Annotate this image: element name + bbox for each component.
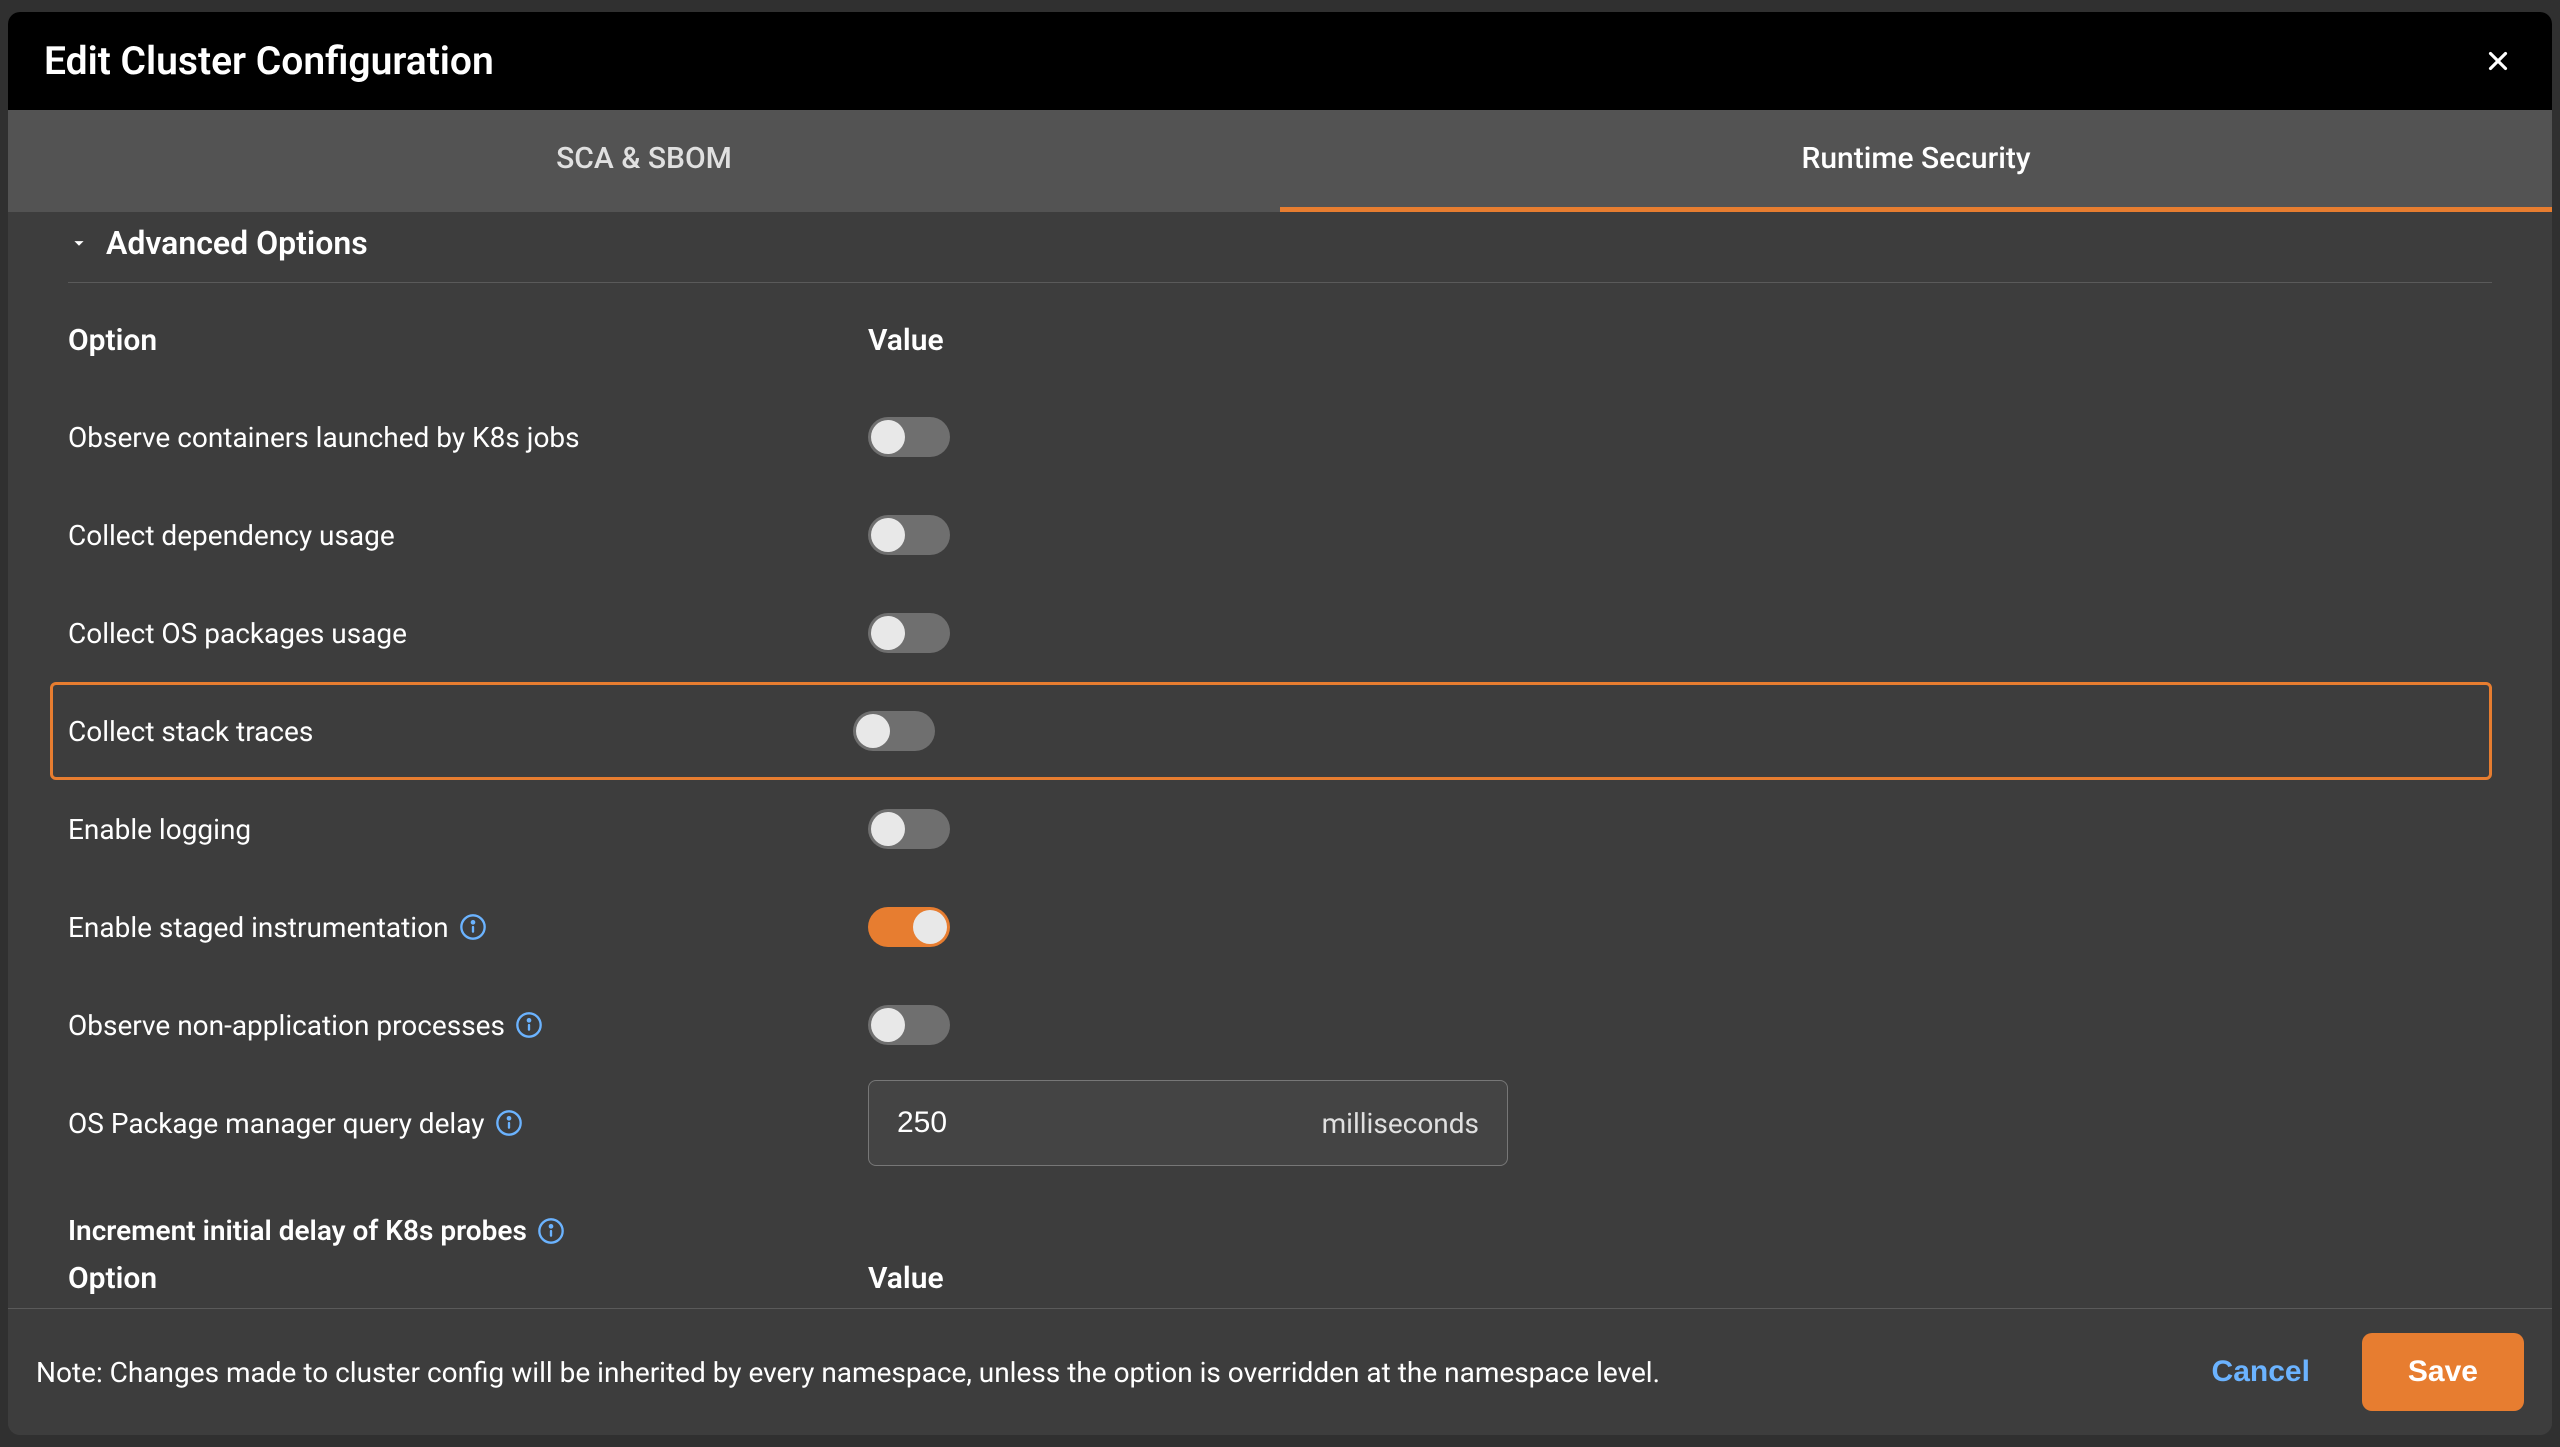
footer-note: Note: Changes made to cluster config wil… xyxy=(36,1356,1660,1389)
section-advanced-options[interactable]: Advanced Options xyxy=(68,212,2492,283)
option-label: Enable logging xyxy=(68,813,868,846)
option-label: Observe containers launched by K8s jobs xyxy=(68,421,868,454)
os-pkg-delay-input-wrapper: milliseconds xyxy=(868,1080,1508,1166)
option-row: OS Package manager query delay milliseco… xyxy=(68,1074,2492,1172)
toggle-collect-dependency[interactable] xyxy=(868,515,950,555)
column-header-option: Option xyxy=(68,1261,868,1296)
modal-header: Edit Cluster Configuration xyxy=(8,12,2552,110)
toggle-observe-k8s-jobs[interactable] xyxy=(868,417,950,457)
info-icon[interactable] xyxy=(495,1109,523,1137)
option-row: Enable logging xyxy=(68,780,2492,878)
option-row: Observe non-application processes xyxy=(68,976,2492,1074)
option-row: Enable staged instrumentation xyxy=(68,878,2492,976)
os-pkg-delay-input[interactable] xyxy=(897,1106,1237,1140)
column-header-value: Value xyxy=(868,323,944,358)
option-label: Collect dependency usage xyxy=(68,519,868,552)
tab-runtime-security[interactable]: Runtime Security xyxy=(1280,110,2552,212)
toggle-enable-staged-instrumentation[interactable] xyxy=(868,907,950,947)
option-label: OS Package manager query delay xyxy=(68,1107,868,1140)
option-label: Enable staged instrumentation xyxy=(68,911,868,944)
close-button[interactable] xyxy=(2480,43,2516,79)
info-icon[interactable] xyxy=(515,1011,543,1039)
unit-label: milliseconds xyxy=(1322,1107,1479,1140)
info-icon[interactable] xyxy=(459,913,487,941)
tabs: SCA & SBOM Runtime Security xyxy=(8,110,2552,212)
option-label: Collect stack traces xyxy=(68,715,853,748)
info-icon[interactable] xyxy=(537,1217,565,1245)
modal-content: Advanced Options Option Value Observe co… xyxy=(8,212,2552,1308)
option-row: Collect dependency usage xyxy=(68,486,2492,584)
toggle-collect-stack-traces[interactable] xyxy=(853,711,935,751)
section-title: Advanced Options xyxy=(106,224,368,262)
option-label: Observe non-application processes xyxy=(68,1009,868,1042)
edit-cluster-config-modal: Edit Cluster Configuration SCA & SBOM Ru… xyxy=(8,12,2552,1435)
option-label: Collect OS packages usage xyxy=(68,617,868,650)
column-header-value: Value xyxy=(868,1261,944,1296)
save-button[interactable]: Save xyxy=(2362,1333,2524,1411)
modal-footer: Note: Changes made to cluster config wil… xyxy=(8,1308,2552,1435)
column-header-option: Option xyxy=(68,323,868,358)
toggle-observe-non-app[interactable] xyxy=(868,1005,950,1045)
cancel-button[interactable]: Cancel xyxy=(2192,1335,2330,1409)
toggle-collect-os-packages[interactable] xyxy=(868,613,950,653)
modal-title: Edit Cluster Configuration xyxy=(44,38,494,84)
tab-sca-sbom[interactable]: SCA & SBOM xyxy=(8,110,1280,212)
chevron-down-icon xyxy=(68,232,90,254)
option-row: Observe containers launched by K8s jobs xyxy=(68,388,2492,486)
option-row-highlighted: Collect stack traces xyxy=(50,682,2492,780)
subsection-k8s-probes: Increment initial delay of K8s probes xyxy=(68,1214,2492,1247)
close-icon xyxy=(2483,46,2513,76)
option-row: Collect OS packages usage xyxy=(68,584,2492,682)
toggle-enable-logging[interactable] xyxy=(868,809,950,849)
